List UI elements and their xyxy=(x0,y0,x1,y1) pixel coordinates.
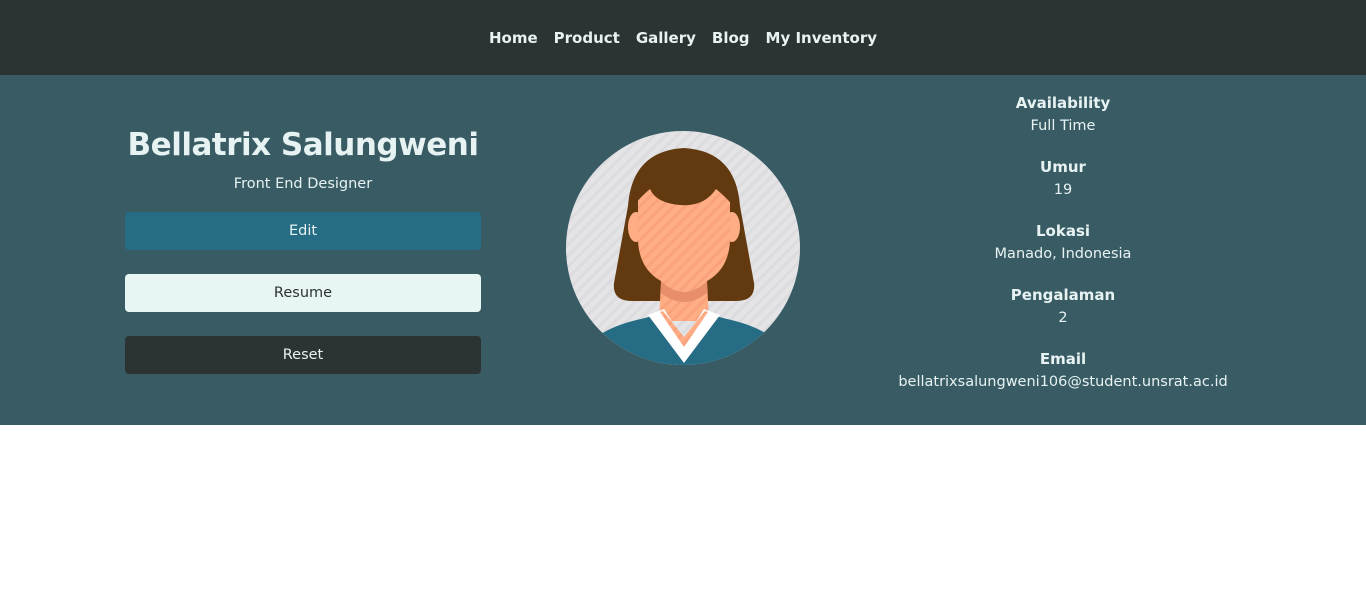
availability-value: Full Time xyxy=(1030,118,1096,134)
email-value: bellatrixsalungweni106@student.unsrat.ac… xyxy=(898,374,1228,390)
profile-section: Bellatrix Salungweni Front End Designer … xyxy=(0,75,1366,425)
nav-link-my-inventory[interactable]: My Inventory xyxy=(766,29,877,47)
nav-link-home[interactable]: Home xyxy=(489,29,538,47)
email-label: Email xyxy=(1039,350,1087,368)
resume-button[interactable]: Resume xyxy=(125,274,481,312)
umur-label: Umur xyxy=(1040,158,1086,176)
profile-role: Front End Designer xyxy=(233,176,373,192)
lokasi-label: Lokasi xyxy=(1035,222,1091,240)
nav-links: Home Product Gallery Blog My Inventory xyxy=(489,29,877,47)
pengalaman-label: Pengalaman xyxy=(1010,286,1116,304)
nav-link-product[interactable]: Product xyxy=(554,29,620,47)
profile-name: Bellatrix Salungweni xyxy=(127,127,479,163)
pengalaman-value: 2 xyxy=(1058,310,1068,326)
lokasi-value: Manado, Indonesia xyxy=(994,246,1132,262)
umur-value: 19 xyxy=(1053,182,1073,198)
edit-button[interactable]: Edit xyxy=(125,212,481,250)
nav-link-blog[interactable]: Blog xyxy=(712,29,750,47)
navbar: Home Product Gallery Blog My Inventory xyxy=(0,0,1366,75)
availability-label: Availability xyxy=(1015,94,1111,112)
female-avatar-icon xyxy=(566,131,800,365)
nav-link-gallery[interactable]: Gallery xyxy=(636,29,696,47)
reset-button[interactable]: Reset xyxy=(125,336,481,374)
